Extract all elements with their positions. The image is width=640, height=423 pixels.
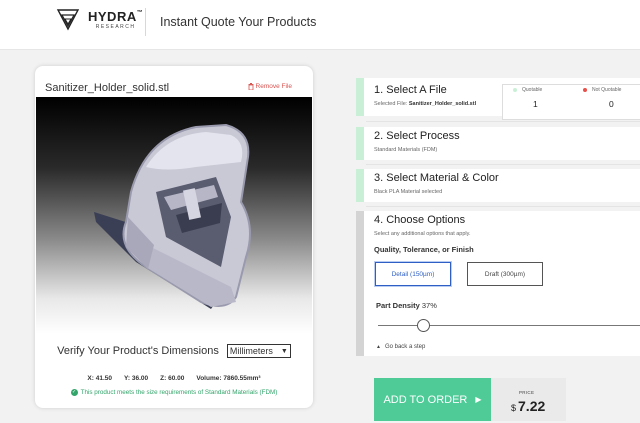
units-select-value: Millimeters bbox=[229, 346, 273, 356]
step-1-sub-prefix: Selected File: bbox=[374, 101, 409, 107]
currency-symbol: $ bbox=[511, 403, 517, 413]
part-density-value: 37% bbox=[421, 301, 437, 310]
go-back-link[interactable]: ▲ Go back a step bbox=[376, 344, 425, 350]
trash-icon bbox=[248, 83, 254, 90]
hydra-logo-icon bbox=[56, 9, 80, 31]
dimension-verify-row: Verify Your Product's Dimensions Millime… bbox=[35, 344, 313, 358]
step-4-title: 4. Choose Options bbox=[374, 214, 466, 226]
hydra-logo[interactable]: HYDRA™ RESEARCH bbox=[56, 7, 143, 33]
dimensions-row: X: 41.50 Y: 36.00 Z: 60.00 Volume: 7860.… bbox=[35, 375, 313, 382]
trademark: ™ bbox=[136, 10, 144, 16]
dim-x: X: 41.50 bbox=[87, 375, 112, 382]
step-divider bbox=[366, 121, 640, 122]
quotable-label: Quotable bbox=[522, 87, 543, 93]
step-complete-bar bbox=[356, 169, 364, 202]
chevron-down-icon: ▼ bbox=[280, 347, 288, 355]
add-to-order-label: ADD TO ORDER bbox=[383, 393, 468, 406]
price-label: PRICE bbox=[519, 390, 535, 395]
size-requirement-status: ✓ This product meets the size requiremen… bbox=[35, 389, 313, 396]
remove-file-label: Remove File bbox=[255, 83, 292, 90]
part-density-title: Part Density bbox=[376, 301, 420, 310]
part-density-label: Part Density 37% bbox=[376, 301, 437, 310]
step-divider bbox=[366, 164, 640, 165]
step-1-subtitle: Selected File: Sanitizer_Holder_solid.st… bbox=[374, 101, 476, 107]
selected-file-name: Sanitizer_Holder_solid.stl bbox=[408, 101, 477, 107]
step-2-title: 2. Select Process bbox=[374, 130, 460, 142]
add-to-order-button[interactable]: ADD TO ORDER ▶ bbox=[374, 378, 491, 421]
not-quotable-count: 0 bbox=[609, 99, 614, 109]
quality-label: Quality, Tolerance, or Finish bbox=[374, 245, 474, 254]
model-viewer[interactable] bbox=[36, 97, 312, 334]
dim-x-value: 41.50 bbox=[95, 375, 112, 382]
step-select-process[interactable]: 2. Select Process Standard Materials (FD… bbox=[356, 127, 640, 160]
dim-z-label: Z: bbox=[160, 375, 167, 382]
price-value: 7.22 bbox=[518, 398, 546, 414]
step-active-bar bbox=[356, 211, 364, 356]
dim-z: Z: 60.00 bbox=[160, 375, 184, 382]
not-quotable-label: Not Quotable bbox=[592, 87, 622, 93]
option-detail-button[interactable]: Detail (150µm) bbox=[375, 262, 451, 286]
file-name: Sanitizer_Holder_solid.stl bbox=[45, 82, 170, 94]
price-box: PRICE $7.22 bbox=[491, 378, 566, 421]
step-3-title: 3. Select Material & Color bbox=[374, 172, 499, 184]
dim-x-label: X: bbox=[87, 375, 94, 382]
size-requirement-text: This product meets the size requirements… bbox=[80, 389, 278, 396]
step-3-subtitle: Black PLA Material selected bbox=[374, 189, 443, 195]
remove-file-button[interactable]: Remove File bbox=[248, 83, 292, 90]
logo-subtext: RESEARCH bbox=[95, 24, 136, 30]
volume-label: Volume: bbox=[196, 375, 222, 382]
quotable-count: 1 bbox=[533, 99, 538, 109]
model-3d-render bbox=[94, 123, 251, 309]
page-title: Instant Quote Your Products bbox=[160, 15, 317, 29]
play-arrow-icon: ▶ bbox=[475, 395, 482, 404]
file-card: Sanitizer_Holder_solid.stl Remove File V… bbox=[35, 66, 313, 408]
stat-not-quotable: Not Quotable 0 bbox=[573, 85, 640, 121]
quotable-dot-icon bbox=[513, 88, 517, 92]
app-header: HYDRA™ RESEARCH Instant Quote Your Produ… bbox=[0, 0, 640, 50]
units-select[interactable]: Millimeters ▼ bbox=[226, 344, 291, 358]
quote-stats: Quotable 1 Not Quotable 0 bbox=[502, 84, 640, 120]
dim-y-label: Y: bbox=[124, 375, 131, 382]
step-complete-bar bbox=[356, 127, 364, 160]
price-value-wrap: $7.22 bbox=[511, 398, 545, 414]
dim-y-value: 36.00 bbox=[131, 375, 149, 382]
step-1-title: 1. Select A File bbox=[374, 84, 447, 96]
dim-y: Y: 36.00 bbox=[124, 375, 148, 382]
step-select-material[interactable]: 3. Select Material & Color Black PLA Mat… bbox=[356, 169, 640, 202]
check-circle-icon: ✓ bbox=[70, 389, 78, 396]
dim-volume: Volume: 7860.55mm³ bbox=[196, 375, 260, 382]
header-divider bbox=[145, 8, 146, 36]
step-2-subtitle: Standard Materials (FDM) bbox=[374, 147, 438, 153]
go-back-label: Go back a step bbox=[384, 344, 426, 350]
stat-quotable: Quotable 1 bbox=[503, 85, 573, 121]
volume-value: 7860.55mm³ bbox=[223, 375, 261, 382]
step-divider bbox=[366, 206, 640, 207]
logo-wordmark: HYDRA bbox=[88, 9, 137, 24]
dim-z-value: 60.00 bbox=[168, 375, 185, 382]
step-4-subtitle: Select any additional options that apply… bbox=[374, 231, 471, 237]
not-quotable-dot-icon bbox=[583, 88, 587, 92]
option-draft-button[interactable]: Draft (300µm) bbox=[467, 262, 543, 286]
caret-up-icon: ▲ bbox=[376, 344, 381, 350]
step-complete-bar bbox=[356, 78, 364, 116]
verify-dimensions-label: Verify Your Product's Dimensions bbox=[57, 345, 219, 357]
